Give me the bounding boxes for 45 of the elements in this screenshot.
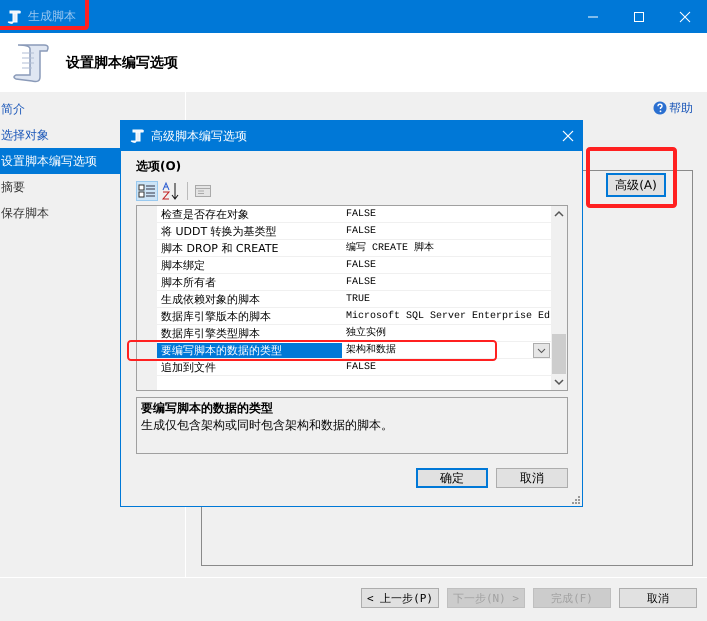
property-value[interactable]: FALSE (344, 360, 376, 374)
help-icon (653, 101, 667, 115)
property-name[interactable]: 数据库引擎类型脚本 (157, 326, 342, 340)
close-icon[interactable] (562, 130, 574, 142)
property-name[interactable]: 追加到文件 (157, 360, 342, 374)
property-name[interactable]: 脚本 DROP 和 CREATE (157, 242, 342, 254)
page-title: 设置脚本编写选项 (66, 54, 178, 72)
dialog-title: 高级脚本编写选项 (151, 128, 247, 144)
close-icon[interactable] (679, 10, 691, 22)
sidebar-item[interactable]: 简介 (0, 96, 185, 122)
options-label: 选项(O) (136, 158, 182, 175)
property-value[interactable]: FALSE (344, 208, 376, 220)
property-name[interactable]: 将 UDDT 转换为基类型 (157, 224, 342, 238)
property-value[interactable]: 编写 CREATE 脚本 (344, 242, 434, 254)
description-title: 要编写脚本的数据的类型 (141, 400, 274, 417)
property-name[interactable]: 要编写脚本的数据的类型 (157, 342, 342, 358)
dialog-button[interactable]: 取消 (496, 468, 568, 488)
property-value[interactable]: 架构和数据 (344, 344, 396, 356)
property-value[interactable]: FALSE (344, 224, 376, 238)
help-link[interactable]: 帮助 (653, 96, 693, 120)
property-name[interactable]: 生成依赖对象的脚本 (157, 292, 342, 306)
property-value[interactable]: FALSE (344, 276, 376, 288)
sort-alphabetical-icon[interactable] (161, 181, 181, 201)
property-name[interactable]: 数据库引擎版本的脚本 (157, 310, 342, 322)
property-value[interactable]: Microsoft SQL Server Enterprise Ed (344, 310, 550, 322)
scroll-icon (6, 8, 22, 24)
property-value[interactable]: FALSE (344, 258, 376, 272)
footer-button[interactable]: < 上一步(P) (361, 588, 439, 608)
footer-button[interactable]: 取消 (619, 588, 697, 608)
description-text: 生成仅包含架构或同时包含架构和数据的脚本。 (141, 417, 394, 434)
categorized-icon[interactable] (136, 181, 158, 201)
scrollbar-thumb[interactable] (552, 334, 566, 374)
window-title: 生成脚本 (28, 8, 76, 25)
property-name[interactable]: 脚本绑定 (157, 258, 342, 272)
resize-grip-icon[interactable] (571, 495, 580, 504)
dropdown-icon[interactable] (533, 343, 550, 358)
scrollbar[interactable] (551, 206, 567, 390)
property-name[interactable]: 脚本所有者 (157, 276, 342, 288)
property-value[interactable]: TRUE (344, 292, 370, 306)
scroll-icon (129, 128, 145, 144)
dialog-button[interactable]: 确定 (416, 468, 488, 488)
property-name[interactable]: 检查是否存在对象 (157, 208, 342, 220)
maximize-icon[interactable] (633, 10, 645, 22)
advanced-button[interactable]: 高级(A) (606, 173, 666, 197)
property-value[interactable]: 独立实例 (344, 326, 386, 340)
